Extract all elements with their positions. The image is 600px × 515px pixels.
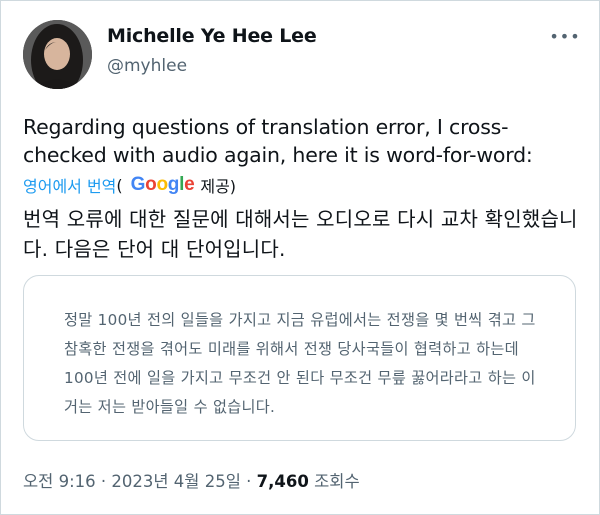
author-handle[interactable]: @myhlee [107,56,187,76]
author-name[interactable]: Michelle Ye Hee Lee [107,25,317,47]
tweet-text: Regarding questions of translation error… [23,115,533,167]
translate-open-paren: ( [116,175,123,195]
translated-text: 번역 오류에 대한 질문에 대해서는 오디오로 다시 교차 확인했습니다. 다음… [23,207,578,261]
timestamp[interactable]: 오전 9:16 · 2023년 4월 25일 · [23,472,251,491]
avatar[interactable] [23,20,92,89]
google-logo: Google [130,174,195,195]
translate-link[interactable]: 영어에서 번역 [23,173,116,197]
quote-text: 정말 100년 전의 일들을 가지고 지금 유럽에서는 전쟁을 몇 번씩 겪고 … [64,311,536,416]
quote-card: 정말 100년 전의 일들을 가지고 지금 유럽에서는 전쟁을 몇 번씩 겪고 … [23,275,576,441]
more-dots-icon: ••• [549,26,581,46]
tweet-meta: 오전 9:16 · 2023년 4월 25일 · 7,460 조회수 [23,468,360,492]
translate-row: 영어에서 번역 ( Google 제공) [23,173,236,197]
views-count: 7,460 [256,472,309,491]
views-label: 조회수 [314,472,360,491]
more-button[interactable]: ••• [549,24,579,48]
translate-provider-suffix: 제공) [200,177,237,196]
